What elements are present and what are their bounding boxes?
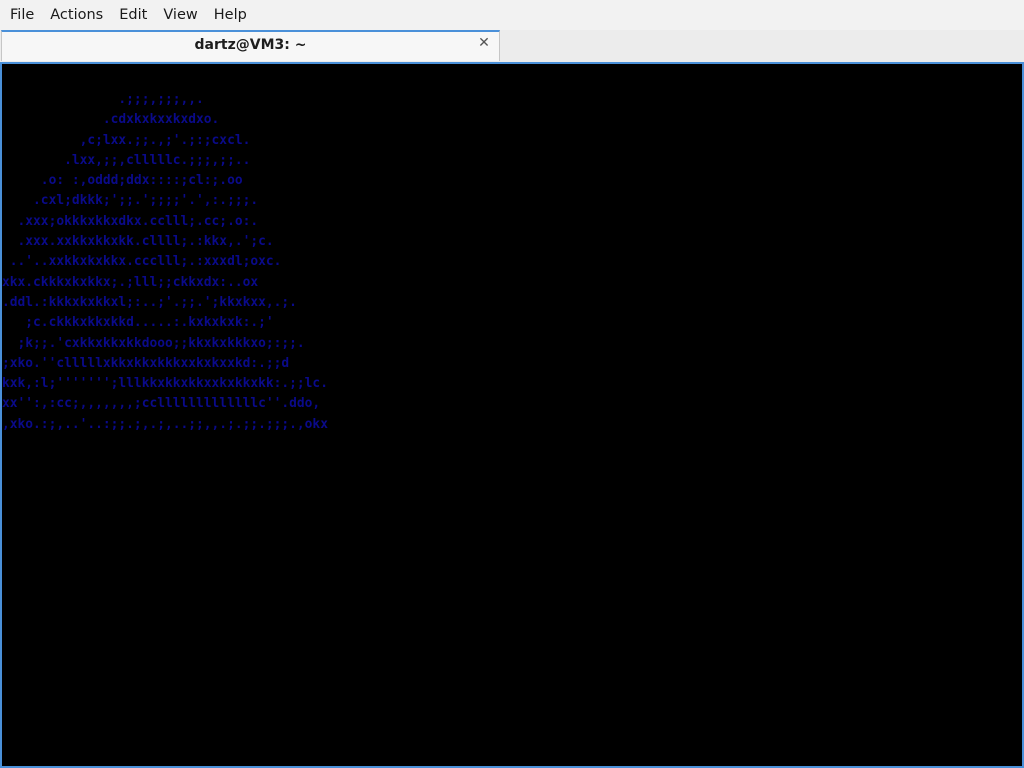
terminal-view[interactable]: .;;;,;;;,,. .cdxkxkxxkxdxo. ,c;lxx.;;.,;… xyxy=(0,62,1024,768)
menu-help[interactable]: Help xyxy=(208,3,253,27)
menu-edit[interactable]: Edit xyxy=(113,3,153,27)
tab-terminal-session[interactable]: dartz@VM3: ~ ✕ xyxy=(1,30,500,61)
close-icon[interactable]: ✕ xyxy=(477,36,491,50)
tab-bar: dartz@VM3: ~ ✕ xyxy=(0,30,1024,62)
menu-view[interactable]: View xyxy=(157,3,203,27)
terminal-output: .;;;,;;;,,. .cdxkxkxxkxdxo. ,c;lxx.;;.,;… xyxy=(2,92,328,432)
tab-title: dartz@VM3: ~ xyxy=(194,37,307,53)
menu-bar: File Actions Edit View Help xyxy=(0,0,1024,30)
menu-file[interactable]: File xyxy=(4,3,40,27)
menu-actions[interactable]: Actions xyxy=(44,3,109,27)
